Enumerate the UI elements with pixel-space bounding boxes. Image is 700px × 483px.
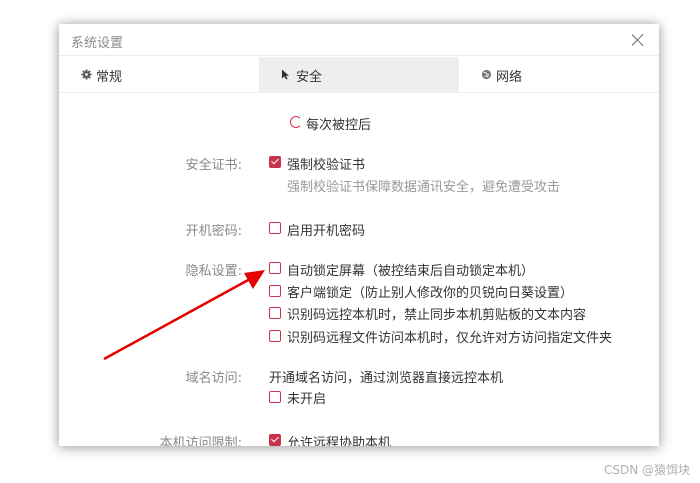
- allow-assist-label: 允许远程协助本机: [287, 436, 392, 446]
- boot-password-checkbox[interactable]: [269, 222, 281, 234]
- domain-access-label: 域名访问:: [185, 371, 242, 386]
- settings-tabs: 常规 安全 网络: [59, 57, 659, 93]
- tab-security-label: 安全: [296, 70, 323, 85]
- auto-lock-checkbox[interactable]: [269, 262, 281, 274]
- force-cert-checkbox[interactable]: [269, 156, 281, 168]
- domain-access-checkbox[interactable]: [269, 391, 281, 403]
- tab-network-label: 网络: [496, 70, 523, 85]
- cert-label: 安全证书:: [185, 158, 242, 173]
- watermark-text: CSDN @猿饵块: [603, 463, 690, 477]
- close-icon[interactable]: [629, 31, 647, 49]
- dialog-titlebar: 系统设置: [59, 24, 659, 56]
- boot-password-option: 启用开机密码: [287, 224, 366, 239]
- tab-security[interactable]: 安全: [259, 57, 459, 93]
- boot-password-label: 开机密码:: [185, 224, 242, 239]
- gear-icon: [81, 69, 92, 80]
- client-lock-label: 客户端锁定（防止别人修改你的贝锐向日葵设置）: [287, 286, 574, 301]
- clipboard-block-checkbox[interactable]: [269, 307, 281, 319]
- every-session-radio[interactable]: [290, 116, 302, 128]
- scroll-clip-top: [59, 94, 659, 100]
- dialog-title: 系统设置: [71, 36, 124, 51]
- folder-restrict-label: 识别码远程文件访问本机时，仅允许对方访问指定文件夹: [287, 331, 613, 346]
- tab-network[interactable]: 网络: [459, 57, 659, 93]
- access-limit-label: 本机访问限制:: [159, 436, 242, 446]
- clipboard-block-label: 识别码远控本机时，禁止同步本机剪贴板的文本内容: [287, 308, 587, 323]
- globe-icon: [481, 69, 492, 80]
- cursor-icon: [281, 69, 290, 80]
- every-session-label: 每次被控后: [306, 118, 372, 133]
- privacy-label: 隐私设置:: [185, 264, 242, 279]
- force-cert-hint: 强制校验证书保障数据通讯安全，避免遭受攻击: [287, 180, 561, 195]
- security-settings-panel: 每次被控后 安全证书: 强制校验证书 强制校验证书保障数据通讯安全，避免遭受攻击…: [59, 94, 659, 446]
- tab-general[interactable]: 常规: [59, 57, 259, 93]
- client-lock-checkbox[interactable]: [269, 285, 281, 297]
- domain-access-status: 未开启: [287, 392, 327, 407]
- auto-lock-label: 自动锁定屏幕（被控结束后自动锁定本机）: [287, 264, 535, 279]
- tab-general-label: 常规: [96, 70, 123, 85]
- allow-assist-checkbox[interactable]: [269, 434, 281, 446]
- force-cert-label: 强制校验证书: [287, 158, 366, 173]
- domain-access-description: 开通域名访问，通过浏览器直接远控本机: [269, 371, 504, 386]
- folder-restrict-checkbox[interactable]: [269, 330, 281, 342]
- system-settings-dialog: 系统设置 常规 安全 网络 每次被控后 安全证书: 强制校验证书 强制校验证书保…: [59, 24, 659, 446]
